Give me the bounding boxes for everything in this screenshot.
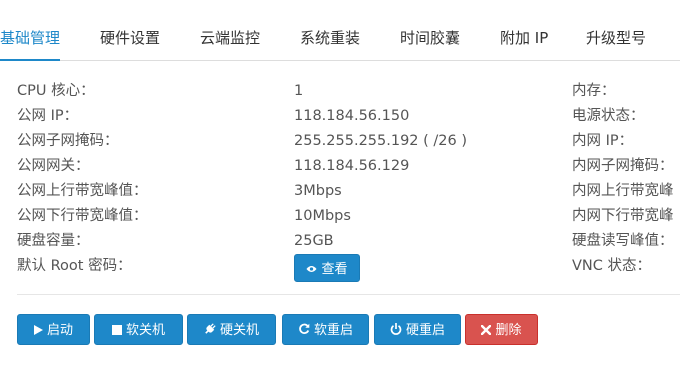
tab-upgrade-model[interactable]: 升级型号 [586, 0, 646, 60]
value-public-upload-bandwidth: 3Mbps [294, 183, 342, 199]
play-icon [33, 315, 43, 346]
label-power-status: 电源状态： [572, 108, 645, 124]
tab-bar: 基础管理 硬件设置 云端监控 系统重装 时间胶囊 附加 IP 升级型号 [0, 0, 680, 61]
soft-reboot-button-label: 软重启 [313, 323, 353, 338]
label-disk-io-peak: 硬盘读写峰值： [572, 233, 674, 249]
label-public-netmask: 公网子网掩码： [17, 133, 119, 149]
value-public-download-bandwidth: 10Mbps [294, 208, 351, 224]
value-public-gateway: 118.184.56.129 [294, 158, 410, 174]
value-public-netmask: 255.255.255.192 ( /26 ) [294, 133, 468, 149]
tab-system-reinstall[interactable]: 系统重装 [300, 0, 360, 60]
value-public-ip: 118.184.56.150 [294, 108, 410, 124]
soft-reboot-button[interactable]: 软重启 [282, 314, 369, 345]
stop-square-icon [111, 315, 122, 346]
divider [17, 294, 680, 295]
label-public-gateway: 公网网关： [17, 158, 90, 174]
label-public-download-bandwidth: 公网下行带宽峰值： [17, 208, 148, 224]
soft-shutdown-button-label: 软关机 [125, 323, 165, 338]
label-public-ip: 公网 IP： [17, 108, 79, 124]
hard-reboot-button-label: 硬重启 [405, 323, 445, 338]
label-private-download-bandwidth: 内网下行带宽峰 [572, 208, 674, 224]
delete-button[interactable]: 删除 [465, 314, 538, 345]
delete-button-label: 删除 [495, 323, 522, 338]
tab-hardware-settings[interactable]: 硬件设置 [100, 0, 160, 60]
close-x-icon [481, 315, 492, 346]
label-cpu-cores: CPU 核心： [17, 83, 95, 99]
tab-time-capsule[interactable]: 时间胶囊 [400, 0, 460, 60]
tab-cloud-monitoring[interactable]: 云端监控 [200, 0, 260, 60]
tab-additional-ip[interactable]: 附加 IP [500, 0, 548, 60]
start-button-label: 启动 [46, 323, 73, 338]
label-public-upload-bandwidth: 公网上行带宽峰值： [17, 183, 148, 199]
tab-basic-management[interactable]: 基础管理 [0, 0, 61, 61]
view-password-button[interactable]: 查看 [294, 254, 360, 282]
hard-shutdown-button-label: 硬关机 [219, 323, 259, 338]
label-memory: 内存： [572, 83, 616, 99]
label-disk-capacity: 硬盘容量： [17, 233, 90, 249]
label-private-upload-bandwidth: 内网上行带宽峰 [572, 183, 674, 199]
label-private-netmask: 内网子网掩码： [572, 158, 674, 174]
label-root-password: 默认 Root 密码： [17, 258, 132, 274]
plug-icon [204, 315, 216, 346]
soft-shutdown-button[interactable]: 软关机 [94, 314, 183, 345]
refresh-icon [298, 315, 310, 346]
label-private-ip: 内网 IP： [572, 133, 634, 149]
value-cpu-cores: 1 [294, 83, 304, 99]
value-disk-capacity: 25GB [294, 233, 334, 249]
start-button[interactable]: 启动 [17, 314, 90, 345]
hard-shutdown-button[interactable]: 硬关机 [187, 314, 276, 345]
label-vnc-status: VNC 状态： [572, 258, 651, 274]
hard-reboot-button[interactable]: 硬重启 [374, 314, 461, 345]
power-icon [390, 315, 402, 346]
eye-icon [306, 255, 318, 283]
view-button-label: 查看 [321, 262, 348, 277]
